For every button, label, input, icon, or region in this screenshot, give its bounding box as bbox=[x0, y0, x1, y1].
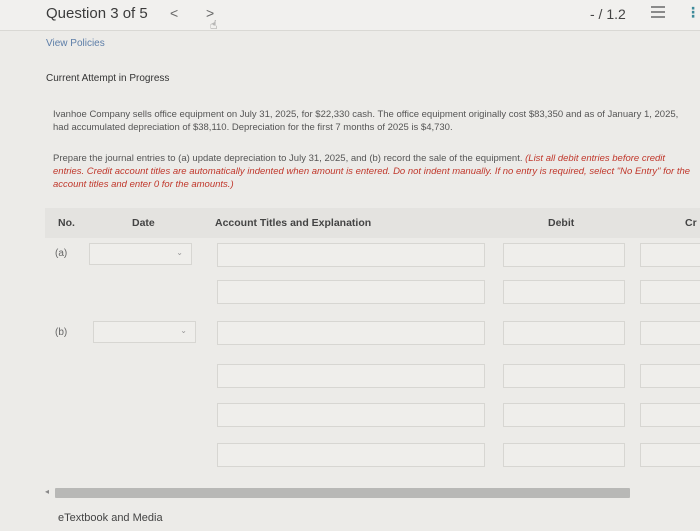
row-label-b: (b) bbox=[55, 327, 68, 338]
previous-question-button[interactable]: < bbox=[170, 5, 178, 21]
credit-input-b2[interactable] bbox=[640, 364, 700, 388]
instructions: Prepare the journal entries to (a) updat… bbox=[53, 152, 693, 191]
credit-input-b1[interactable] bbox=[640, 321, 700, 345]
question-list-icon[interactable] bbox=[651, 6, 665, 20]
attempt-status: Current Attempt in Progress bbox=[46, 73, 170, 84]
etextbook-media-link[interactable]: eTextbook and Media bbox=[58, 512, 163, 524]
question-header: Question 3 of 5 < > ☝ - / 1.2 ⋮ bbox=[0, 0, 700, 32]
account-title-input-a1[interactable] bbox=[217, 243, 485, 267]
column-header-credit: Cr bbox=[685, 217, 697, 229]
problem-statement: Ivanhoe Company sells office equipment o… bbox=[53, 109, 679, 133]
date-select-b[interactable]: ⌄ bbox=[93, 321, 196, 343]
credit-input-a1[interactable] bbox=[640, 243, 700, 267]
hand-cursor-icon: ☝ bbox=[210, 18, 218, 32]
scroll-left-arrow-icon[interactable]: ◂ bbox=[45, 487, 49, 496]
journal-table-header: No. Date Account Titles and Explanation … bbox=[45, 208, 700, 238]
chevron-down-icon: ⌄ bbox=[180, 326, 187, 335]
account-title-input-b1[interactable] bbox=[217, 321, 485, 345]
row-label-a: (a) bbox=[55, 248, 68, 259]
date-select-a[interactable]: ⌄ bbox=[89, 243, 192, 265]
account-title-input-a2[interactable] bbox=[217, 280, 485, 304]
account-title-input-b2[interactable] bbox=[217, 364, 485, 388]
credit-input-b3[interactable] bbox=[640, 403, 700, 427]
debit-input-b2[interactable] bbox=[503, 364, 625, 388]
column-header-account: Account Titles and Explanation bbox=[215, 217, 372, 229]
credit-input-b4[interactable] bbox=[640, 443, 700, 467]
debit-input-a2[interactable] bbox=[503, 280, 625, 304]
horizontal-scrollbar[interactable] bbox=[55, 488, 630, 498]
account-title-input-b4[interactable] bbox=[217, 443, 485, 467]
debit-input-a1[interactable] bbox=[503, 243, 625, 267]
view-policies-link[interactable]: View Policies bbox=[46, 38, 105, 49]
column-header-debit: Debit bbox=[548, 217, 575, 229]
debit-input-b3[interactable] bbox=[503, 403, 625, 427]
chevron-down-icon: ⌄ bbox=[176, 248, 183, 257]
instructions-text: Prepare the journal entries to (a) updat… bbox=[53, 153, 526, 164]
account-title-input-b3[interactable] bbox=[217, 403, 485, 427]
column-header-date: Date bbox=[132, 217, 155, 229]
column-header-no: No. bbox=[58, 217, 75, 229]
debit-input-b1[interactable] bbox=[503, 321, 625, 345]
more-options-icon[interactable]: ⋮ bbox=[686, 4, 700, 21]
question-label: Question 3 of 5 bbox=[46, 5, 148, 22]
credit-input-a2[interactable] bbox=[640, 280, 700, 304]
score-display: - / 1.2 bbox=[590, 6, 626, 22]
debit-input-b4[interactable] bbox=[503, 443, 625, 467]
